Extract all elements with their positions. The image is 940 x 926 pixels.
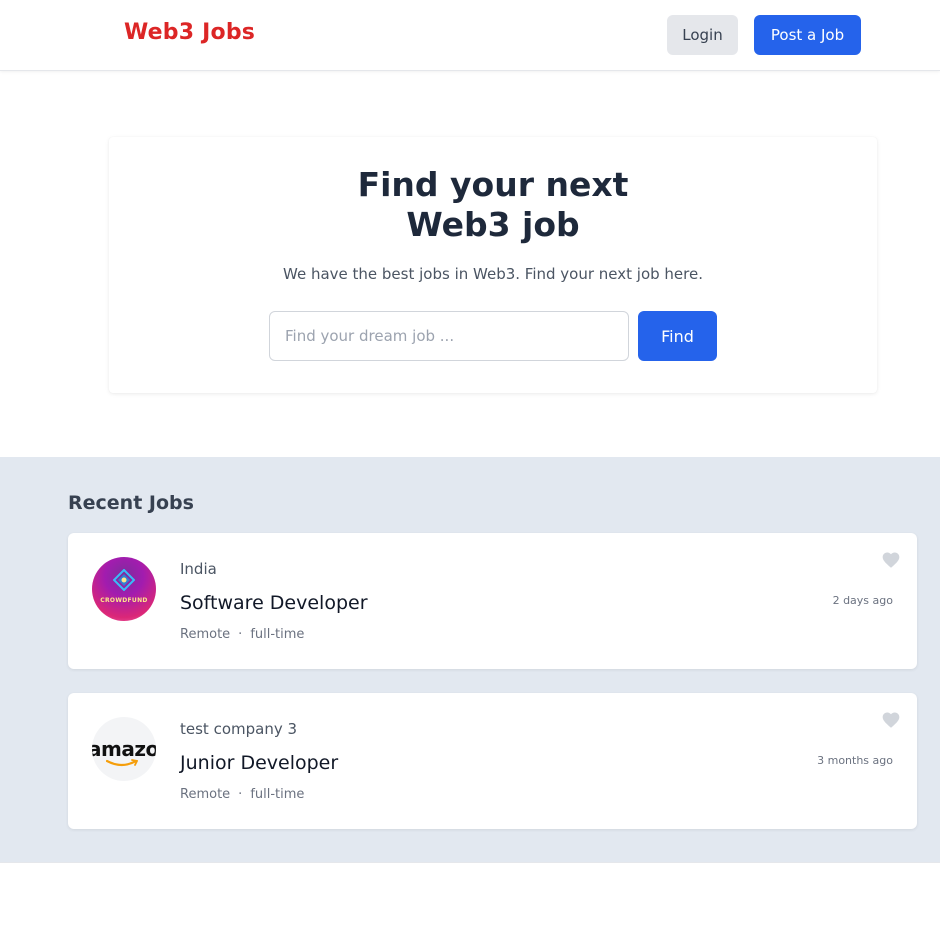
post-job-button[interactable]: Post a Job [754,15,861,55]
favorite-heart-icon[interactable] [881,710,901,730]
meta-separator: · [238,627,243,642]
login-button[interactable]: Login [667,15,738,55]
company-logo: CROWDFUND [92,557,156,621]
hero-subtitle: We have the best jobs in Web3. Find your… [283,265,703,283]
job-meta: Remote · full-time [180,787,304,802]
job-company: India [180,560,217,578]
crowdfund-emblem-icon [113,569,135,591]
job-type: full-time [250,627,305,642]
hero-title-line2: Web3 job [406,205,580,244]
job-type: full-time [250,787,305,802]
hero-title-line1: Find your next [357,165,629,204]
find-button[interactable]: Find [638,311,717,361]
company-logo: amazon [92,717,156,781]
job-card[interactable]: CROWDFUND India Software Developer Remot… [68,533,917,669]
job-posted-time: 2 days ago [832,594,893,607]
amazon-smile-icon [106,759,138,767]
company-logo-text: CROWDFUND [100,597,148,604]
company-logo-text: amazon [92,737,156,761]
hero-card: Find your next Web3 job We have the best… [109,137,877,393]
job-title[interactable]: Software Developer [180,592,368,614]
footer-divider [0,862,940,863]
job-meta: Remote · full-time [180,627,304,642]
recent-jobs-title: Recent Jobs [68,492,194,514]
job-card[interactable]: amazon test company 3 Junior Developer R… [68,693,917,829]
job-location: Remote [180,627,231,642]
recent-jobs-section: Recent Jobs CROWDFUND India Software Dev… [0,457,940,862]
favorite-heart-icon[interactable] [881,550,901,570]
hero-title: Find your next Web3 job [109,165,877,245]
top-navbar: Web3 Jobs Login Post a Job [0,0,940,71]
job-company: test company 3 [180,720,298,738]
meta-separator: · [238,787,243,802]
job-title[interactable]: Junior Developer [180,752,338,774]
job-search-input[interactable] [269,311,629,361]
brand-logo-link[interactable]: Web3 Jobs [124,20,255,45]
job-posted-time: 3 months ago [817,754,893,767]
job-location: Remote [180,787,231,802]
